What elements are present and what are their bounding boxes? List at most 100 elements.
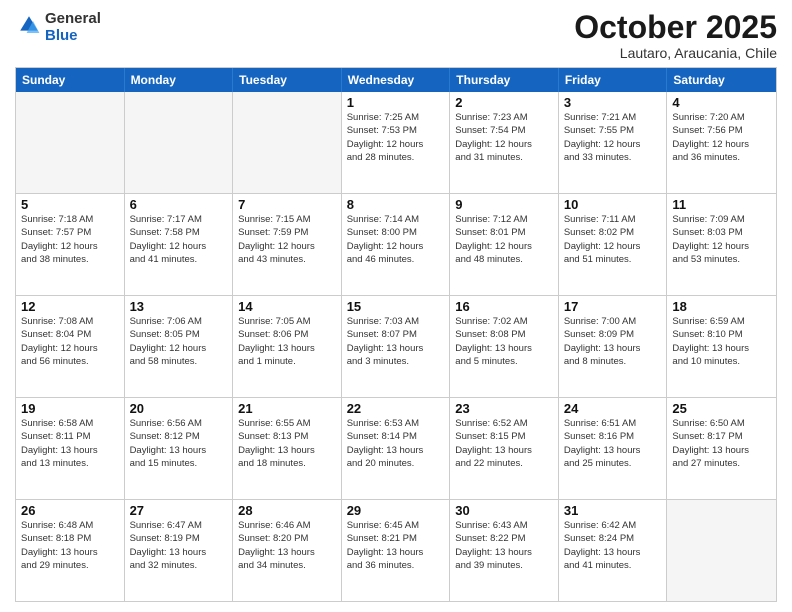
day-cell-23: 23Sunrise: 6:52 AM Sunset: 8:15 PM Dayli… — [450, 398, 559, 499]
day-number: 19 — [21, 401, 119, 416]
day-number: 23 — [455, 401, 553, 416]
header-day-friday: Friday — [559, 68, 668, 92]
day-info: Sunrise: 7:06 AM Sunset: 8:05 PM Dayligh… — [130, 315, 228, 368]
calendar-header: SundayMondayTuesdayWednesdayThursdayFrid… — [16, 68, 776, 92]
day-info: Sunrise: 6:45 AM Sunset: 8:21 PM Dayligh… — [347, 519, 445, 572]
day-info: Sunrise: 7:15 AM Sunset: 7:59 PM Dayligh… — [238, 213, 336, 266]
day-cell-22: 22Sunrise: 6:53 AM Sunset: 8:14 PM Dayli… — [342, 398, 451, 499]
day-cell-12: 12Sunrise: 7:08 AM Sunset: 8:04 PM Dayli… — [16, 296, 125, 397]
day-info: Sunrise: 6:48 AM Sunset: 8:18 PM Dayligh… — [21, 519, 119, 572]
header: General Blue October 2025 Lautaro, Arauc… — [15, 10, 777, 61]
day-cell-3: 3Sunrise: 7:21 AM Sunset: 7:55 PM Daylig… — [559, 92, 668, 193]
day-number: 9 — [455, 197, 553, 212]
day-cell-17: 17Sunrise: 7:00 AM Sunset: 8:09 PM Dayli… — [559, 296, 668, 397]
day-info: Sunrise: 7:02 AM Sunset: 8:08 PM Dayligh… — [455, 315, 553, 368]
header-day-monday: Monday — [125, 68, 234, 92]
day-number: 14 — [238, 299, 336, 314]
day-info: Sunrise: 6:47 AM Sunset: 8:19 PM Dayligh… — [130, 519, 228, 572]
day-info: Sunrise: 7:09 AM Sunset: 8:03 PM Dayligh… — [672, 213, 771, 266]
day-cell-27: 27Sunrise: 6:47 AM Sunset: 8:19 PM Dayli… — [125, 500, 234, 601]
day-cell-19: 19Sunrise: 6:58 AM Sunset: 8:11 PM Dayli… — [16, 398, 125, 499]
day-info: Sunrise: 7:14 AM Sunset: 8:00 PM Dayligh… — [347, 213, 445, 266]
header-day-wednesday: Wednesday — [342, 68, 451, 92]
location: Lautaro, Araucania, Chile — [574, 45, 777, 61]
day-cell-20: 20Sunrise: 6:56 AM Sunset: 8:12 PM Dayli… — [125, 398, 234, 499]
day-info: Sunrise: 7:00 AM Sunset: 8:09 PM Dayligh… — [564, 315, 662, 368]
header-day-saturday: Saturday — [667, 68, 776, 92]
header-day-sunday: Sunday — [16, 68, 125, 92]
day-cell-16: 16Sunrise: 7:02 AM Sunset: 8:08 PM Dayli… — [450, 296, 559, 397]
day-info: Sunrise: 6:50 AM Sunset: 8:17 PM Dayligh… — [672, 417, 771, 470]
logo-general-text: General — [45, 10, 101, 27]
calendar: SundayMondayTuesdayWednesdayThursdayFrid… — [15, 67, 777, 602]
day-number: 20 — [130, 401, 228, 416]
day-cell-30: 30Sunrise: 6:43 AM Sunset: 8:22 PM Dayli… — [450, 500, 559, 601]
logo: General Blue — [15, 10, 101, 44]
day-number: 1 — [347, 95, 445, 110]
day-number: 2 — [455, 95, 553, 110]
empty-cell — [125, 92, 234, 193]
logo-blue-text: Blue — [45, 27, 101, 44]
day-number: 29 — [347, 503, 445, 518]
day-number: 11 — [672, 197, 771, 212]
day-cell-29: 29Sunrise: 6:45 AM Sunset: 8:21 PM Dayli… — [342, 500, 451, 601]
day-cell-21: 21Sunrise: 6:55 AM Sunset: 8:13 PM Dayli… — [233, 398, 342, 499]
day-info: Sunrise: 6:56 AM Sunset: 8:12 PM Dayligh… — [130, 417, 228, 470]
day-cell-28: 28Sunrise: 6:46 AM Sunset: 8:20 PM Dayli… — [233, 500, 342, 601]
day-info: Sunrise: 7:03 AM Sunset: 8:07 PM Dayligh… — [347, 315, 445, 368]
day-cell-26: 26Sunrise: 6:48 AM Sunset: 8:18 PM Dayli… — [16, 500, 125, 601]
day-number: 4 — [672, 95, 771, 110]
empty-cell — [16, 92, 125, 193]
week-row-4: 26Sunrise: 6:48 AM Sunset: 8:18 PM Dayli… — [16, 499, 776, 601]
day-info: Sunrise: 6:53 AM Sunset: 8:14 PM Dayligh… — [347, 417, 445, 470]
day-info: Sunrise: 7:23 AM Sunset: 7:54 PM Dayligh… — [455, 111, 553, 164]
empty-cell — [667, 500, 776, 601]
day-number: 3 — [564, 95, 662, 110]
day-number: 5 — [21, 197, 119, 212]
day-number: 7 — [238, 197, 336, 212]
header-day-thursday: Thursday — [450, 68, 559, 92]
day-info: Sunrise: 6:52 AM Sunset: 8:15 PM Dayligh… — [455, 417, 553, 470]
calendar-body: 1Sunrise: 7:25 AM Sunset: 7:53 PM Daylig… — [16, 92, 776, 601]
day-info: Sunrise: 7:20 AM Sunset: 7:56 PM Dayligh… — [672, 111, 771, 164]
day-info: Sunrise: 7:11 AM Sunset: 8:02 PM Dayligh… — [564, 213, 662, 266]
day-number: 27 — [130, 503, 228, 518]
day-info: Sunrise: 6:46 AM Sunset: 8:20 PM Dayligh… — [238, 519, 336, 572]
day-number: 25 — [672, 401, 771, 416]
day-info: Sunrise: 6:55 AM Sunset: 8:13 PM Dayligh… — [238, 417, 336, 470]
day-info: Sunrise: 7:21 AM Sunset: 7:55 PM Dayligh… — [564, 111, 662, 164]
day-cell-9: 9Sunrise: 7:12 AM Sunset: 8:01 PM Daylig… — [450, 194, 559, 295]
day-cell-13: 13Sunrise: 7:06 AM Sunset: 8:05 PM Dayli… — [125, 296, 234, 397]
day-number: 8 — [347, 197, 445, 212]
day-number: 22 — [347, 401, 445, 416]
logo-icon — [17, 13, 41, 37]
month-title: October 2025 — [574, 10, 777, 45]
day-info: Sunrise: 7:08 AM Sunset: 8:04 PM Dayligh… — [21, 315, 119, 368]
day-number: 16 — [455, 299, 553, 314]
day-info: Sunrise: 6:43 AM Sunset: 8:22 PM Dayligh… — [455, 519, 553, 572]
day-info: Sunrise: 7:25 AM Sunset: 7:53 PM Dayligh… — [347, 111, 445, 164]
week-row-0: 1Sunrise: 7:25 AM Sunset: 7:53 PM Daylig… — [16, 92, 776, 193]
day-number: 21 — [238, 401, 336, 416]
day-info: Sunrise: 7:12 AM Sunset: 8:01 PM Dayligh… — [455, 213, 553, 266]
day-number: 18 — [672, 299, 771, 314]
day-info: Sunrise: 6:42 AM Sunset: 8:24 PM Dayligh… — [564, 519, 662, 572]
day-number: 24 — [564, 401, 662, 416]
day-cell-11: 11Sunrise: 7:09 AM Sunset: 8:03 PM Dayli… — [667, 194, 776, 295]
day-cell-4: 4Sunrise: 7:20 AM Sunset: 7:56 PM Daylig… — [667, 92, 776, 193]
day-cell-8: 8Sunrise: 7:14 AM Sunset: 8:00 PM Daylig… — [342, 194, 451, 295]
day-info: Sunrise: 6:58 AM Sunset: 8:11 PM Dayligh… — [21, 417, 119, 470]
day-cell-5: 5Sunrise: 7:18 AM Sunset: 7:57 PM Daylig… — [16, 194, 125, 295]
title-section: October 2025 Lautaro, Araucania, Chile — [574, 10, 777, 61]
day-cell-1: 1Sunrise: 7:25 AM Sunset: 7:53 PM Daylig… — [342, 92, 451, 193]
day-info: Sunrise: 6:59 AM Sunset: 8:10 PM Dayligh… — [672, 315, 771, 368]
day-cell-15: 15Sunrise: 7:03 AM Sunset: 8:07 PM Dayli… — [342, 296, 451, 397]
day-info: Sunrise: 7:17 AM Sunset: 7:58 PM Dayligh… — [130, 213, 228, 266]
week-row-3: 19Sunrise: 6:58 AM Sunset: 8:11 PM Dayli… — [16, 397, 776, 499]
day-cell-10: 10Sunrise: 7:11 AM Sunset: 8:02 PM Dayli… — [559, 194, 668, 295]
day-cell-24: 24Sunrise: 6:51 AM Sunset: 8:16 PM Dayli… — [559, 398, 668, 499]
empty-cell — [233, 92, 342, 193]
day-number: 26 — [21, 503, 119, 518]
day-number: 17 — [564, 299, 662, 314]
day-number: 31 — [564, 503, 662, 518]
